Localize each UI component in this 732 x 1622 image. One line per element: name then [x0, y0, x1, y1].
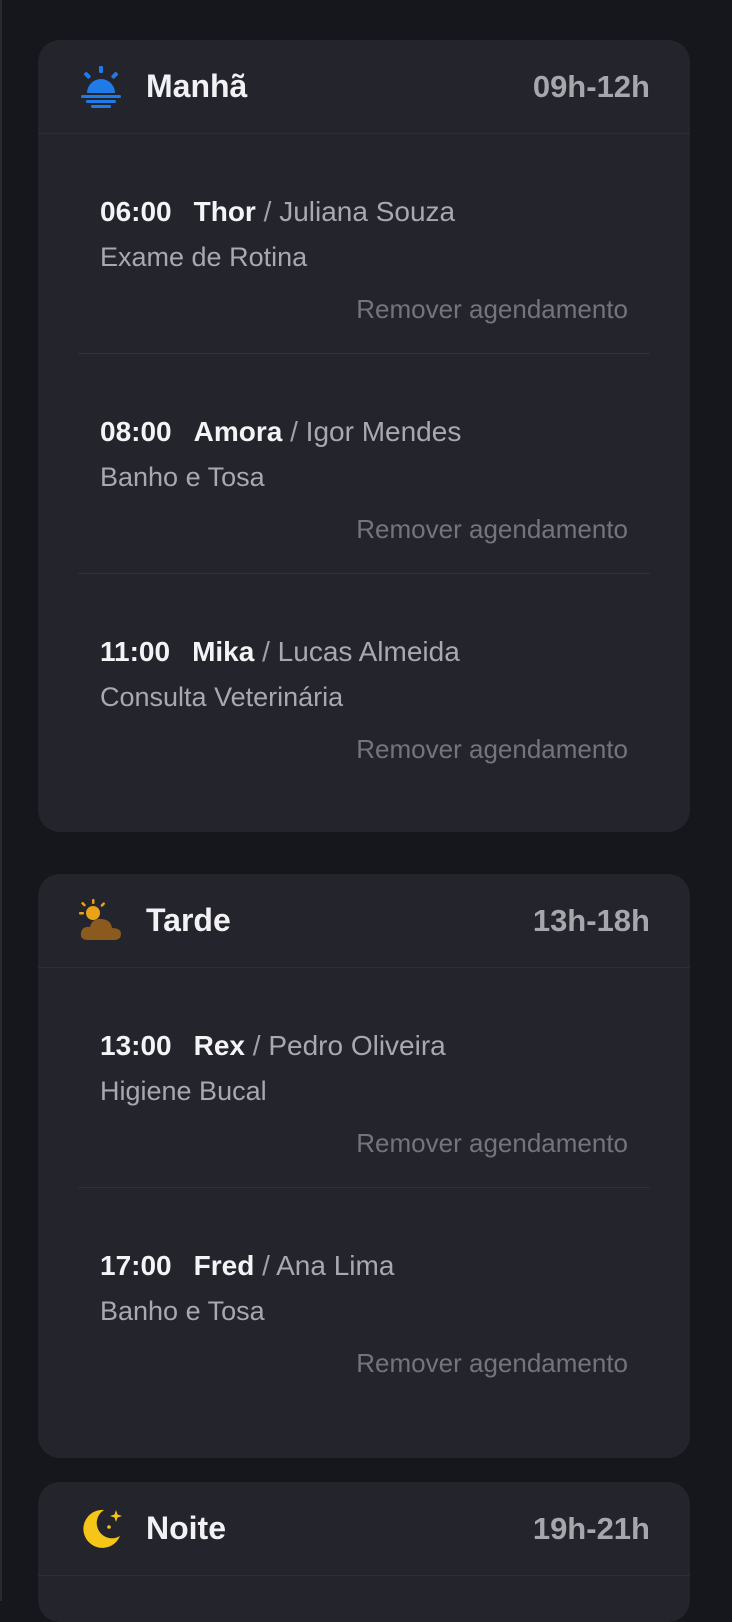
period-header: Tarde 13h-18h — [38, 874, 690, 968]
appointment-time: 06:00 — [100, 196, 172, 227]
service-name: Banho e Tosa — [100, 1296, 265, 1326]
appointment-item: 06:00 Thor / Juliana Souza Exame de Rotin… — [78, 134, 650, 354]
appointment-item: 08:00 Amora / Igor Mendes Banho e Tosa Re… — [78, 354, 650, 574]
service-name: Higiene Bucal — [100, 1076, 267, 1106]
schedule-page: Manhã 09h-12h 06:00 Thor / Juliana Souza … — [0, 0, 732, 1622]
appointment-item: 11:00 Mika / Lucas Almeida Consulta Veter… — [78, 574, 650, 794]
period-title: Tarde — [146, 902, 231, 938]
remove-appointment-button[interactable]: Remover agendamento — [356, 294, 628, 325]
pet-name: Rex — [193, 1030, 245, 1061]
remove-appointment-button[interactable]: Remover agendamento — [356, 514, 628, 545]
appointment-time: 08:00 — [100, 416, 172, 447]
appointment-summary: 08:00 Amora / Igor Mendes — [100, 416, 461, 448]
period-night: Noite 19h-21h — [38, 1482, 690, 1622]
period-title: Noite — [146, 1510, 226, 1546]
owner-name: Pedro Oliveira — [268, 1030, 446, 1061]
pet-name: Thor — [193, 196, 256, 227]
period-title: Manhã — [146, 68, 248, 104]
sun-cloud-icon — [78, 898, 124, 944]
separator: / — [262, 1250, 270, 1281]
period-morning: Manhã 09h-12h 06:00 Thor / Juliana Souza … — [38, 40, 690, 832]
appointment-summary: 17:00 Fred / Ana Lima — [100, 1250, 394, 1282]
appointment-time: 13:00 — [100, 1030, 172, 1061]
appointment-item: 17:00 Fred / Ana Lima Banho e Tosa Remove… — [78, 1188, 650, 1408]
service-name: Consulta Veterinária — [100, 682, 344, 712]
pet-name: Mika — [192, 636, 255, 667]
appointment-time: 17:00 — [100, 1250, 172, 1281]
service-name: Exame de Rotina — [100, 242, 308, 272]
separator: / — [252, 1030, 261, 1061]
service-name: Banho e Tosa — [100, 462, 265, 492]
remove-appointment-button[interactable]: Remover agendamento — [356, 1348, 628, 1379]
appointment-item: 13:00 Rex / Pedro Oliveira Higiene Bucal … — [78, 968, 650, 1188]
appointment-time: 11:00 — [100, 636, 171, 667]
separator: / — [262, 636, 270, 667]
remove-appointment-button[interactable]: Remover agendamento — [356, 734, 628, 765]
owner-name: Juliana Souza — [279, 196, 456, 227]
period-range: 13h-18h — [532, 902, 650, 938]
owner-name: Ana Lima — [276, 1250, 395, 1281]
appointment-summary: 11:00 Mika / Lucas Almeida — [100, 636, 460, 668]
pet-name: Fred — [193, 1250, 255, 1281]
separator: / — [290, 416, 298, 447]
period-header: Noite 19h-21h — [38, 1482, 690, 1576]
period-range: 09h-12h — [532, 68, 650, 104]
moon-icon — [78, 1506, 124, 1552]
pet-name: Amora — [193, 416, 283, 447]
period-header: Manhã 09h-12h — [38, 40, 690, 134]
period-afternoon: Tarde 13h-18h 13:00 Rex / Pedro Oliveira … — [38, 874, 690, 1458]
remove-appointment-button[interactable]: Remover agendamento — [356, 1128, 628, 1159]
owner-name: Igor Mendes — [305, 416, 462, 447]
period-range: 19h-21h — [532, 1510, 650, 1546]
separator: / — [263, 196, 272, 227]
appointment-summary: 13:00 Rex / Pedro Oliveira — [100, 1030, 446, 1062]
appointment-summary: 06:00 Thor / Juliana Souza — [100, 196, 455, 228]
sunrise-icon — [78, 64, 124, 110]
owner-name: Lucas Almeida — [277, 636, 460, 667]
